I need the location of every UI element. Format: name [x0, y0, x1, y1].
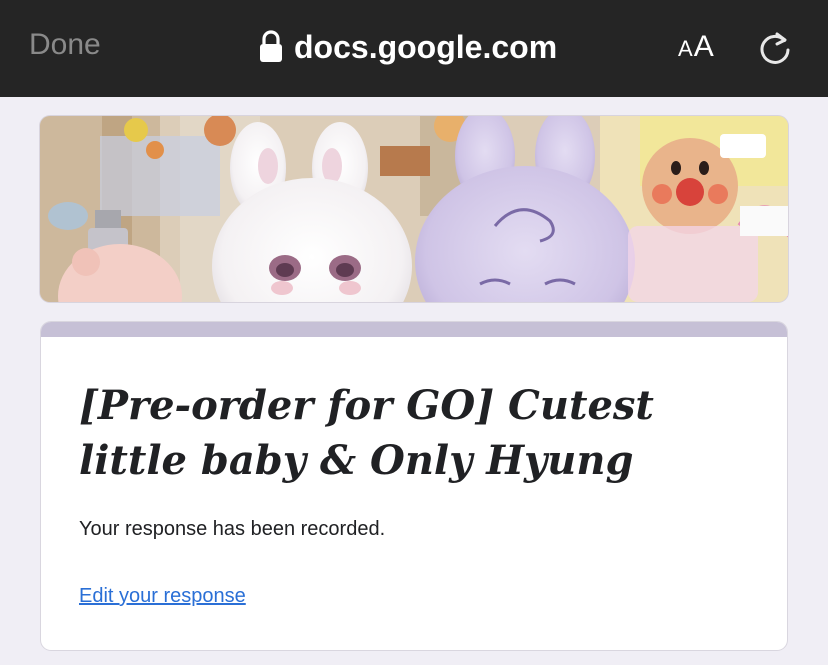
header-photo	[40, 116, 788, 302]
form-header-image	[40, 116, 788, 302]
done-button[interactable]: Done	[29, 28, 101, 62]
text-size-large-label: A	[693, 30, 714, 63]
browser-toolbar: Done docs.google.com A A	[0, 0, 828, 97]
form-title: [Pre-order for GO] Cutest little baby & …	[79, 382, 654, 484]
card-accent-bar	[41, 322, 787, 337]
confirmation-message: Your response has been recorded.	[79, 518, 386, 540]
lock-icon	[260, 30, 282, 62]
url-text: docs.google.com	[294, 28, 558, 65]
text-size-small-label: A	[678, 36, 693, 61]
edit-response-link[interactable]: Edit your response	[79, 585, 246, 608]
text-size-button[interactable]: A A	[678, 30, 714, 64]
reload-icon[interactable]	[757, 28, 793, 66]
response-card: [Pre-order for GO] Cutest little baby & …	[41, 322, 787, 650]
address-bar[interactable]: docs.google.com	[258, 26, 557, 68]
